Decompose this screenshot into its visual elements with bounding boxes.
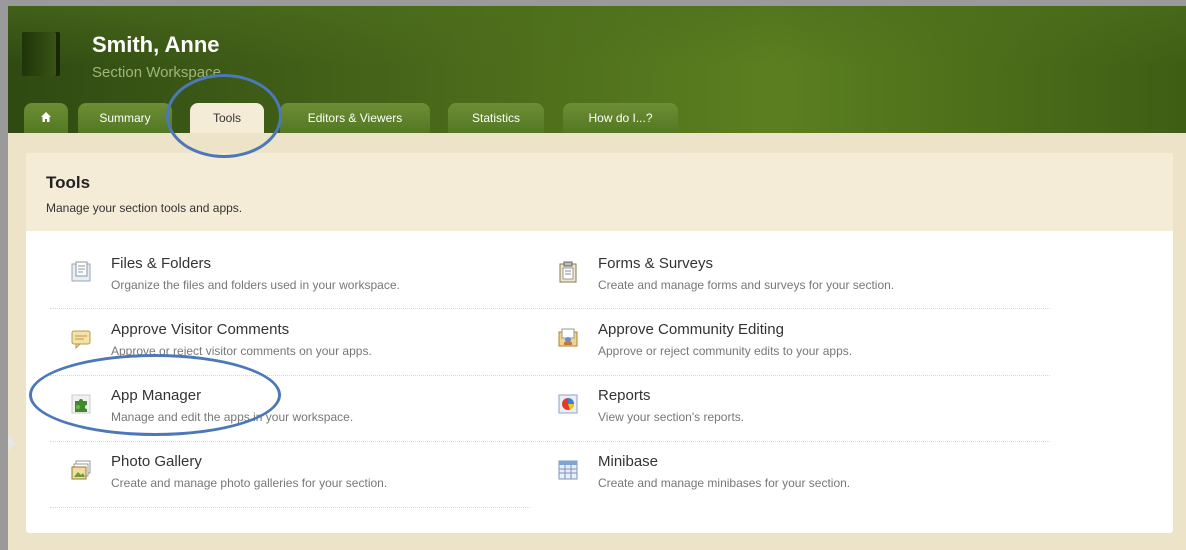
home-icon: [41, 112, 51, 122]
tool-description: Create and manage forms and surveys for …: [598, 278, 895, 292]
minibase-icon: [558, 460, 578, 480]
tab-how-do-i[interactable]: How do I...?: [563, 103, 678, 133]
tool-name[interactable]: Forms & Surveys: [598, 255, 713, 272]
tool-description: Organize the files and folders used in y…: [111, 278, 400, 292]
tools-tab-highlight-ellipse: [166, 74, 282, 158]
tool-description: Create and manage photo galleries for yo…: [111, 476, 388, 490]
tool-description: View your section's reports.: [598, 410, 745, 424]
divider: [50, 507, 530, 508]
community-edit-icon: [558, 328, 578, 347]
tool-photo-gallery[interactable]: Photo Gallery Create and manage photo ga…: [70, 453, 540, 515]
files-folders-icon: [71, 261, 91, 282]
tool-description: Create and manage minibases for your sec…: [598, 476, 851, 490]
app-manager-highlight-ellipse: [29, 354, 281, 436]
tab-statistics[interactable]: Statistics: [448, 103, 544, 133]
tool-name[interactable]: Approve Community Editing: [598, 321, 784, 338]
tool-approve-community-editing[interactable]: Approve Community Editing Approve or rej…: [557, 321, 1027, 383]
page-title: Smith, Anne: [92, 32, 220, 57]
panel-description: Manage your section tools and apps.: [46, 201, 243, 215]
tool-description: Approve or reject community edits to you…: [598, 344, 853, 358]
tool-reports[interactable]: Reports View your section's reports.: [557, 387, 1027, 449]
clipboard-icon: [559, 261, 577, 283]
photo-gallery-icon: [71, 460, 91, 480]
tool-name[interactable]: Photo Gallery: [111, 453, 202, 470]
panel-header: Tools Manage your section tools and apps…: [26, 153, 1173, 231]
divider: [50, 308, 1050, 309]
tools-panel: Tools Manage your section tools and apps…: [26, 153, 1173, 533]
tool-name[interactable]: Approve Visitor Comments: [111, 321, 289, 338]
collapse-arrow-icon[interactable]: [8, 435, 16, 451]
panel-title: Tools: [46, 173, 91, 192]
tool-name[interactable]: Reports: [598, 387, 651, 404]
tool-name[interactable]: Minibase: [598, 453, 658, 470]
book-icon: [22, 32, 60, 76]
comment-icon: [71, 330, 91, 349]
tab-summary[interactable]: Summary: [78, 103, 172, 133]
tool-name[interactable]: Files & Folders: [111, 255, 211, 272]
pie-chart-icon: [558, 394, 578, 414]
divider: [50, 441, 1050, 442]
tab-editors-viewers[interactable]: Editors & Viewers: [280, 103, 430, 133]
tool-minibase[interactable]: Minibase Create and manage minibases for…: [557, 453, 1027, 515]
tab-home[interactable]: [24, 103, 68, 133]
